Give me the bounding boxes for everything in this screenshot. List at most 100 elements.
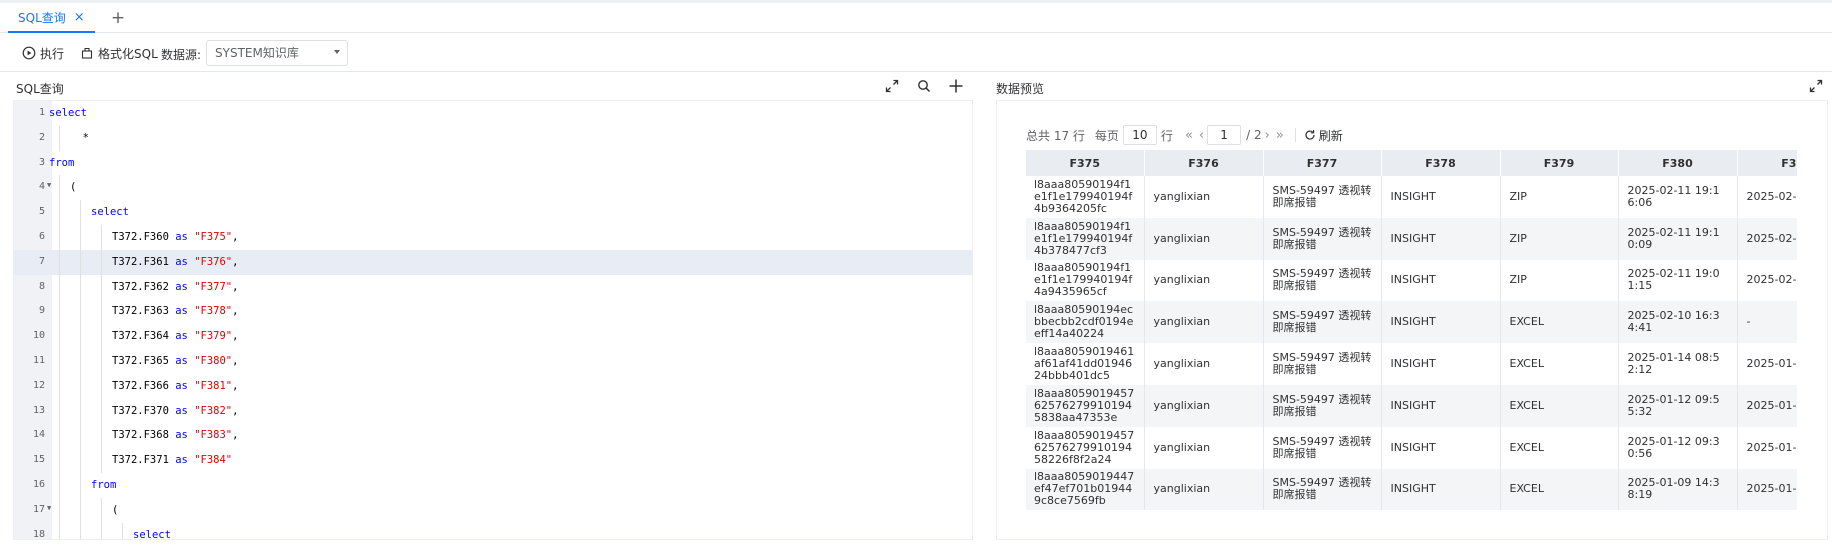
indent-guide	[59, 125, 60, 151]
code-line[interactable]: 1 select	[14, 101, 972, 126]
table-cell: INSIGHT	[1381, 259, 1501, 302]
table-cell: l8aaa805901945762576279910194 5838aa4735…	[1026, 384, 1145, 427]
line-number: 12	[32, 379, 45, 391]
expand-icon[interactable]	[1808, 78, 1824, 94]
table-cell: SMS-59497 透视转即席报错	[1263, 217, 1382, 260]
line-number: 3	[38, 156, 45, 168]
indent-guide	[101, 398, 102, 424]
fold-toggle-icon[interactable]: ▼	[47, 504, 51, 512]
per-page-input[interactable]: 10	[1122, 125, 1157, 145]
code-line[interactable]: 15 T372.F371 as "F384"	[14, 448, 972, 473]
code-line[interactable]: 3 from	[14, 151, 972, 176]
table-cell: INSIGHT	[1381, 426, 1501, 469]
preview-table: F375F376F377F378F379F380F381 l8aaa805901…	[1026, 150, 1797, 510]
code-text: T372.F370 as "F382",	[112, 405, 238, 417]
plus-icon[interactable]	[948, 78, 964, 94]
indent-guide	[80, 299, 81, 325]
code-line[interactable]: 7 T372.F361 as "F376",	[14, 249, 972, 275]
code-text: *	[70, 132, 89, 144]
indent-guide	[101, 497, 102, 523]
table-row[interactable]: l8aaa8059019447ef47ef701b01944 9c8ce7569…	[1026, 468, 1797, 510]
table-cell: 2025-02-11 19:10:09	[1618, 217, 1738, 260]
code-line[interactable]: 2 *	[14, 125, 972, 151]
code-line[interactable]: 9 T372.F363 as "F378",	[14, 299, 972, 325]
code-line[interactable]: 14 T372.F368 as "F383",	[14, 423, 972, 449]
table-row[interactable]: l8aaa8059019461af61af41dd0194624bbb401dc…	[1026, 343, 1797, 385]
fold-toggle-icon[interactable]: ▼	[47, 181, 51, 189]
sql-keyword: select	[133, 528, 171, 540]
line-number: 15	[32, 454, 45, 466]
indent-guide	[101, 324, 102, 349]
code-line[interactable]: 5 select	[14, 200, 972, 225]
code-line[interactable]: 8 T372.F362 as "F377",	[14, 274, 972, 300]
first-page-icon[interactable]: «	[1185, 128, 1193, 143]
code-line[interactable]: 13 T372.F370 as "F382",	[14, 398, 972, 424]
chevron-down-icon	[334, 50, 340, 54]
table-cell: yanglixian	[1144, 259, 1264, 302]
sql-token: ,	[232, 231, 239, 243]
table-cell: 2025-02-11 19:01:15	[1737, 259, 1797, 302]
table-cell: 2025-01-12 09:55:32	[1618, 384, 1738, 427]
column-header[interactable]: F381	[1737, 150, 1797, 176]
add-tab-button[interactable]: +	[108, 6, 128, 30]
table-cell: 2025-01-09 14:38:20	[1737, 468, 1797, 510]
table-cell: l8aaa805901945762576279910194 58226f8f2a…	[1026, 426, 1145, 469]
code-text: from	[49, 157, 74, 169]
page-number-input[interactable]: 1	[1207, 125, 1242, 145]
table-cell: INSIGHT	[1381, 343, 1501, 385]
column-header[interactable]: F375	[1026, 150, 1145, 176]
datasource-select[interactable]: SYSTEM知识库	[206, 40, 348, 66]
refresh-icon	[1305, 130, 1315, 140]
next-page-icon[interactable]: ›	[1265, 128, 1270, 143]
table-row[interactable]: l8aaa80590194f1e1f1e179940194f4a9435965c…	[1026, 259, 1797, 302]
format-sql-button[interactable]: 格式化SQL	[80, 42, 158, 64]
tab-sql-query[interactable]: SQL查询 ×	[8, 3, 95, 33]
indent-guide	[80, 398, 81, 424]
code-line[interactable]: 11 T372.F365 as "F380",	[14, 349, 972, 374]
sql-token: ,	[232, 330, 239, 343]
table-cell: EXCEL	[1500, 426, 1619, 469]
code-line[interactable]: 12 T372.F366 as "F381",	[14, 373, 972, 399]
indent-guide	[101, 274, 102, 300]
code-line[interactable]: 6 T372.F360 as "F375",	[14, 225, 972, 250]
run-button[interactable]: 执行	[22, 42, 64, 64]
code-line[interactable]: 4 ▼ (	[14, 175, 972, 201]
table-row[interactable]: l8aaa80590194ecbbecbb2cdf0194eeff14a4022…	[1026, 301, 1797, 344]
sql-editor[interactable]: 1 select 2 * 3 from 4 ▼(5 select 6 T372.F360 as "…	[13, 100, 973, 540]
table-cell: EXCEL	[1500, 343, 1619, 385]
code-text: T372.F360 as "F375",	[112, 231, 238, 243]
indent-guide	[59, 473, 60, 498]
indent-guide	[101, 522, 102, 539]
table-row[interactable]: l8aaa805901945762576279910194 58226f8f2a…	[1026, 426, 1797, 469]
code-line[interactable]: 17 ▼ (	[14, 497, 972, 523]
code-line[interactable]: 10 T372.F364 as "F379",	[14, 324, 972, 349]
refresh-button[interactable]: 刷新	[1304, 127, 1343, 144]
table-row[interactable]: l8aaa80590194f1e1f1e179940194f4b9364205f…	[1026, 176, 1797, 218]
refresh-label: 刷新	[1318, 128, 1343, 143]
close-icon[interactable]: ×	[74, 11, 85, 24]
line-number: 17	[32, 503, 45, 515]
table-row[interactable]: l8aaa805901945762576279910194 5838aa4735…	[1026, 384, 1797, 427]
data-grid[interactable]: F375F376F377F378F379F380F381 l8aaa805901…	[1026, 150, 1797, 510]
table-row[interactable]: l8aaa80590194f1e1f1e179940194f4b378477cf…	[1026, 217, 1797, 260]
column-header[interactable]: F380	[1618, 150, 1738, 176]
code-text: from	[91, 479, 116, 491]
indent-guide	[59, 448, 60, 473]
code-line[interactable]: 18 select	[14, 522, 972, 540]
search-icon[interactable]	[916, 78, 932, 94]
table-cell: INSIGHT	[1381, 217, 1501, 260]
prev-page-icon[interactable]: ‹	[1199, 128, 1204, 143]
column-header[interactable]: F377	[1263, 150, 1382, 176]
sql-token: *	[70, 131, 89, 144]
expand-icon[interactable]	[884, 78, 900, 94]
column-header[interactable]: F378	[1381, 150, 1501, 176]
line-number: 18	[32, 528, 45, 540]
line-number: 7	[38, 255, 45, 267]
column-header[interactable]: F376	[1144, 150, 1264, 176]
sql-keyword: as	[175, 231, 188, 243]
indent-guide	[59, 299, 60, 325]
column-header[interactable]: F379	[1500, 150, 1619, 176]
sql-token: T372.F363	[112, 305, 176, 318]
code-line[interactable]: 16 from	[14, 473, 972, 498]
last-page-icon[interactable]: »	[1276, 128, 1284, 143]
